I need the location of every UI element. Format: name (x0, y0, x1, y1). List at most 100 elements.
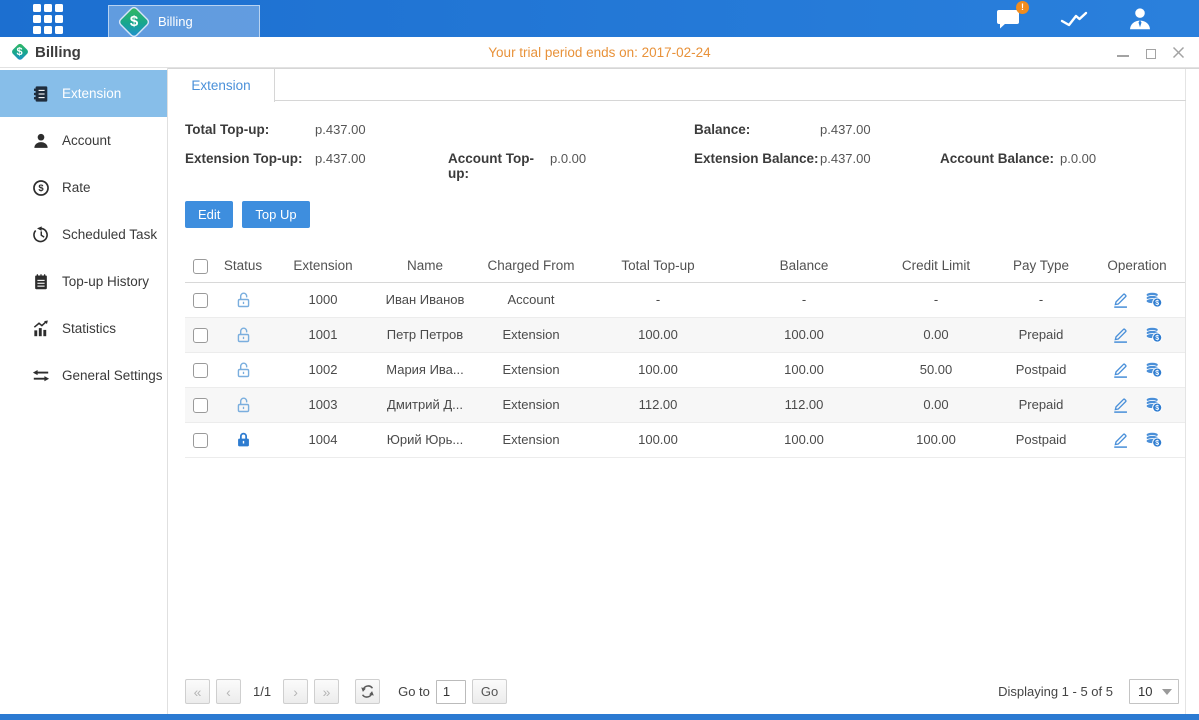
cell-charged-from: Extension (475, 422, 587, 457)
status-unlocked-icon (233, 324, 254, 345)
close-button[interactable] (1172, 46, 1185, 59)
topup-extension-icon[interactable] (1144, 395, 1163, 414)
summary-panel: Total Top-up: p.437.00 Balance: p.437.00… (168, 101, 1199, 181)
first-page-button[interactable]: « (185, 679, 210, 704)
last-page-button[interactable]: » (314, 679, 339, 704)
row-checkbox[interactable] (193, 433, 208, 448)
svg-text:$: $ (38, 183, 44, 194)
goto-label: Go to (398, 684, 430, 699)
edit-extension-icon[interactable] (1111, 325, 1130, 344)
displaying-text: Displaying 1 - 5 of 5 (998, 684, 1113, 699)
cell-pay-type: - (993, 282, 1089, 317)
extension-icon (32, 85, 50, 103)
extension-topup-value: p.437.00 (315, 151, 366, 166)
prev-page-button[interactable]: ‹ (216, 679, 241, 704)
cell-credit-limit: 0.00 (879, 387, 993, 422)
monitor-chart-icon[interactable] (1059, 5, 1089, 33)
extensions-table: Status Extension Name Charged From Total… (185, 250, 1185, 458)
scheduled-task-icon (32, 226, 50, 244)
sidebar-item-account[interactable]: Account (0, 117, 167, 164)
general-settings-icon (32, 367, 50, 385)
topbar: $ Billing ! (0, 0, 1199, 37)
row-checkbox[interactable] (193, 398, 208, 413)
topup-history-icon (32, 273, 50, 291)
edit-button[interactable]: Edit (185, 201, 233, 228)
page-indicator: 1/1 (253, 684, 271, 699)
extension-topup-label: Extension Top-up: (185, 151, 315, 166)
sidebar-item-extension[interactable]: Extension (0, 70, 167, 117)
page-size-select[interactable]: 10 (1129, 679, 1179, 704)
balance-value: p.437.00 (820, 122, 871, 137)
topup-extension-icon[interactable] (1144, 290, 1163, 309)
cell-name: Иван Иванов (375, 282, 475, 317)
topbar-billing-tab[interactable]: $ Billing (108, 5, 260, 37)
col-extension: Extension (271, 250, 375, 282)
cell-name: Юрий Юрь... (375, 422, 475, 457)
edit-extension-icon[interactable] (1111, 430, 1130, 449)
col-status: Status (215, 250, 271, 282)
sidebar-item-label: Top-up History (62, 274, 149, 289)
status-unlocked-icon (233, 289, 254, 310)
edit-extension-icon[interactable] (1111, 290, 1130, 309)
tab-extension[interactable]: Extension (168, 69, 275, 102)
cell-extension: 1002 (271, 352, 375, 387)
table-row: 1000Иван ИвановAccount---- (185, 282, 1185, 317)
user-account-icon[interactable] (1125, 5, 1155, 33)
refresh-button[interactable] (355, 679, 380, 704)
row-checkbox[interactable] (193, 328, 208, 343)
cell-pay-type: Prepaid (993, 387, 1089, 422)
edit-extension-icon[interactable] (1111, 360, 1130, 379)
col-pay-type: Pay Type (993, 250, 1089, 282)
topup-extension-icon[interactable] (1144, 325, 1163, 344)
col-balance: Balance (729, 250, 879, 282)
cell-pay-type: Prepaid (993, 317, 1089, 352)
total-topup-label: Total Top-up: (185, 122, 315, 137)
cell-credit-limit: 50.00 (879, 352, 993, 387)
table-header-row: Status Extension Name Charged From Total… (185, 250, 1185, 282)
topup-extension-icon[interactable] (1144, 430, 1163, 449)
sidebar-item-general-settings[interactable]: General Settings (0, 352, 167, 399)
top-up-button[interactable]: Top Up (242, 201, 309, 228)
cell-credit-limit: - (879, 282, 993, 317)
rate-icon: $ (32, 179, 50, 197)
maximize-button[interactable] (1144, 46, 1157, 59)
goto-page-input[interactable] (436, 680, 466, 704)
cell-pay-type: Postpaid (993, 352, 1089, 387)
messages-icon[interactable]: ! (993, 5, 1023, 33)
sidebar-item-statistics[interactable]: Statistics (0, 305, 167, 352)
row-checkbox[interactable] (193, 293, 208, 308)
minimize-button[interactable] (1116, 46, 1129, 59)
cell-balance: 100.00 (729, 317, 879, 352)
apps-grid-icon[interactable] (33, 4, 63, 34)
col-credit-limit: Credit Limit (879, 250, 993, 282)
sidebar-item-label: Extension (62, 86, 121, 101)
total-topup-value: p.437.00 (315, 122, 366, 137)
cell-name: Петр Петров (375, 317, 475, 352)
col-charged-from: Charged From (475, 250, 587, 282)
select-all-checkbox[interactable] (193, 259, 208, 274)
sidebar-item-topup-history[interactable]: Top-up History (0, 258, 167, 305)
col-name: Name (375, 250, 475, 282)
row-checkbox[interactable] (193, 363, 208, 378)
cell-extension: 1004 (271, 422, 375, 457)
account-balance-value: p.0.00 (1060, 151, 1096, 166)
sidebar-item-rate[interactable]: $ Rate (0, 164, 167, 211)
go-button[interactable]: Go (472, 679, 507, 704)
status-unlocked-icon (233, 359, 254, 380)
cell-credit-limit: 100.00 (879, 422, 993, 457)
topup-extension-icon[interactable] (1144, 360, 1163, 379)
edit-extension-icon[interactable] (1111, 395, 1130, 414)
status-unlocked-icon (233, 394, 254, 415)
sidebar-item-label: General Settings (62, 368, 163, 383)
billing-diamond-icon: $ (119, 7, 149, 37)
cell-charged-from: Account (475, 282, 587, 317)
next-page-button[interactable]: › (283, 679, 308, 704)
cell-total-topup: 100.00 (587, 317, 729, 352)
sidebar-item-label: Rate (62, 180, 91, 195)
statistics-icon (32, 320, 50, 338)
cell-extension: 1001 (271, 317, 375, 352)
sidebar-item-scheduled-task[interactable]: Scheduled Task (0, 211, 167, 258)
window-titlebar: $ Billing Your trial period ends on: 201… (0, 37, 1199, 68)
cell-credit-limit: 0.00 (879, 317, 993, 352)
topbar-billing-tab-label: Billing (158, 14, 193, 29)
